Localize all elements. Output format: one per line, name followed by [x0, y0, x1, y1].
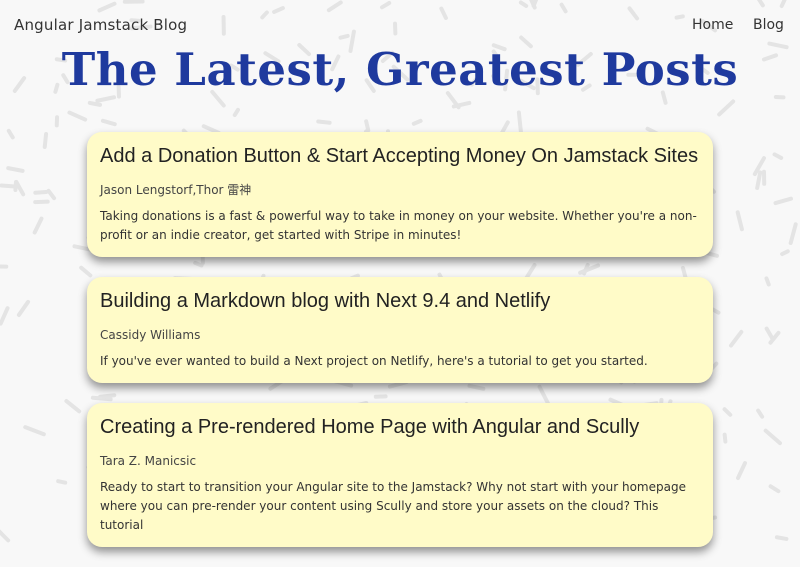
confetti-piece [6, 128, 15, 140]
confetti-piece [32, 216, 44, 235]
confetti-piece [33, 199, 50, 205]
confetti-piece [722, 407, 733, 417]
post-card[interactable]: Creating a Pre-rendered Home Page with A… [87, 403, 713, 547]
confetti-piece [411, 118, 423, 126]
post-title-link[interactable]: Building a Markdown blog with Next 9.4 a… [100, 289, 699, 314]
confetti-piece [67, 110, 88, 122]
confetti-piece [100, 118, 117, 127]
confetti-piece [756, 408, 765, 419]
confetti-piece [33, 190, 49, 195]
confetti-piece [763, 428, 782, 446]
confetti-piece [64, 399, 82, 414]
confetti-piece [729, 329, 744, 348]
confetti-piece [768, 484, 781, 494]
confetti-piece [788, 222, 798, 245]
confetti-piece [780, 249, 790, 257]
confetti-piece [722, 432, 728, 444]
confetti-piece [773, 196, 793, 206]
post-card[interactable]: Building a Markdown blog with Next 9.4 a… [87, 277, 713, 383]
confetti-piece [46, 188, 57, 201]
post-description: If you've ever wanted to build a Next pr… [100, 354, 648, 368]
post-title-link[interactable]: Add a Donation Button & Start Accepting … [100, 144, 699, 169]
confetti-piece [54, 115, 60, 128]
post-description: Taking donations is a fast & powerful wa… [100, 209, 697, 242]
confetti-piece [16, 299, 31, 317]
confetti-piece [316, 119, 332, 125]
post-title-link[interactable]: Creating a Pre-rendered Home Page with A… [100, 415, 699, 440]
confetti-piece [736, 461, 748, 481]
confetti-piece [232, 107, 240, 118]
post-author: Cassidy Williams [100, 328, 201, 342]
confetti-piece [0, 306, 10, 326]
confetti-piece [6, 166, 25, 173]
confetti-piece [516, 110, 523, 135]
post-author: Tara Z. Manicsic [100, 454, 197, 468]
nav-blog-link[interactable]: Blog [753, 17, 784, 33]
confetti-piece [0, 527, 11, 543]
confetti-piece [735, 210, 744, 232]
post-card[interactable]: Add a Donation Button & Start Accepting … [87, 132, 713, 257]
confetti-piece [764, 276, 771, 287]
page-title: The Latest, Greatest Posts [61, 43, 739, 96]
confetti-piece [772, 152, 784, 160]
confetti-piece [42, 132, 49, 149]
confetti-piece [761, 169, 767, 186]
confetti-piece [56, 479, 68, 485]
confetti-piece [23, 425, 46, 437]
post-list: Add a Donation Button & Start Accepting … [87, 132, 713, 567]
confetti-piece [0, 264, 9, 269]
post-author: Jason Lengstorf,Thor 雷神 [100, 183, 252, 197]
site-brand-link[interactable]: Angular Jamstack Blog [14, 16, 187, 34]
nav-home-link[interactable]: Home [692, 17, 733, 33]
confetti-piece [774, 535, 789, 541]
confetti-piece [13, 180, 18, 192]
post-description: Ready to start to transition your Angula… [100, 480, 686, 532]
